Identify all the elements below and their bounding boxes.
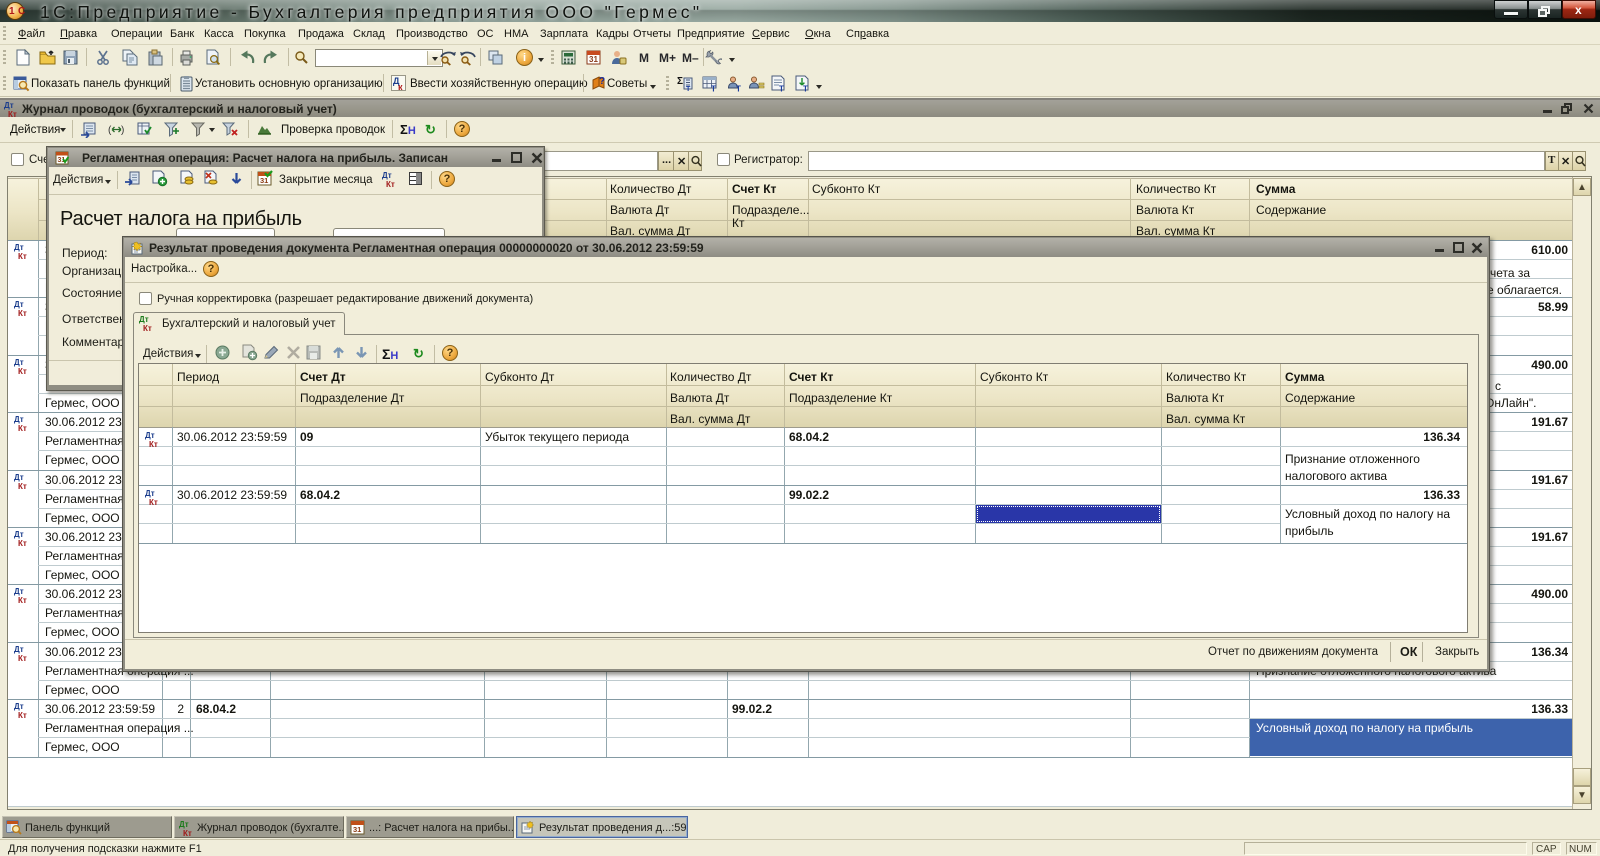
svg-text:Σ: Σ xyxy=(677,76,683,87)
svg-text:Т: Т xyxy=(686,86,691,92)
svg-text:(: ( xyxy=(108,125,112,136)
svg-text:): ) xyxy=(121,125,124,136)
svg-text:Т: Т xyxy=(711,85,716,93)
svg-text:31: 31 xyxy=(260,176,268,185)
svg-text:Т: Т xyxy=(803,85,808,93)
svg-text:?: ? xyxy=(599,76,605,87)
svg-text:Т: Т xyxy=(736,85,741,93)
svg-text:31: 31 xyxy=(589,55,598,64)
svg-text:Т: Т xyxy=(779,85,784,93)
svg-text:31: 31 xyxy=(353,825,361,834)
